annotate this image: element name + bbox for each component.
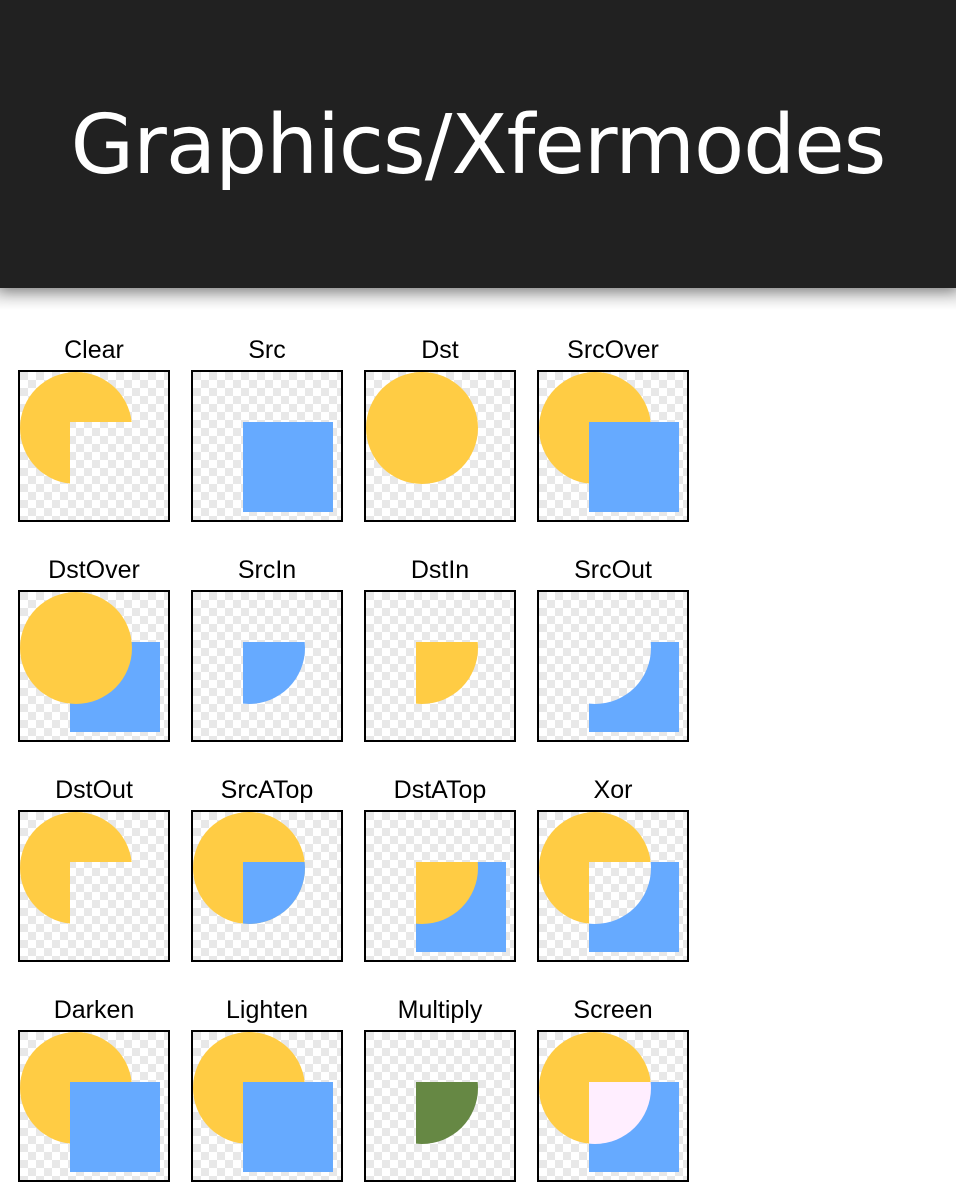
xfermode-label: SrcOver: [567, 336, 659, 364]
xfermode-tile-srcover: [537, 370, 689, 522]
xfermode-cell-srcover: SrcOver: [537, 334, 689, 524]
xfermode-label: DstOut: [55, 776, 133, 804]
cleared-region: [70, 862, 160, 952]
xfermode-cell-clear: Clear: [18, 334, 170, 524]
xfermode-tile-lighten: [191, 1030, 343, 1182]
xfermode-label: SrcATop: [220, 776, 314, 804]
src-square: [243, 1082, 333, 1172]
dst-circle: [366, 372, 478, 484]
xfermode-tile-dst: [364, 370, 516, 522]
xfermode-label: DstATop: [393, 776, 487, 804]
xfermode-label: Dst: [421, 336, 459, 364]
src-square: [589, 422, 679, 512]
xfermode-label: Darken: [53, 996, 135, 1024]
xfermode-label: SrcIn: [237, 556, 297, 584]
xfermode-cell-screen: Screen: [537, 994, 689, 1184]
xfermode-cell-srcout: SrcOut: [537, 554, 689, 744]
xfermode-cell-multiply: Multiply: [364, 994, 516, 1184]
xfermode-cell-dstover: DstOver: [18, 554, 170, 744]
xfermode-tile-dstout: [18, 810, 170, 962]
dst-circle: [20, 592, 132, 704]
xfermode-tile-dstin: [364, 590, 516, 742]
xfermode-label: Src: [248, 336, 286, 364]
xfermode-label: Screen: [573, 996, 653, 1024]
xfermode-label: Multiply: [397, 996, 483, 1024]
xfermode-cell-dstatop: DstATop: [364, 774, 516, 964]
xfermode-tile-dstover: [18, 590, 170, 742]
xfermode-label: Lighten: [225, 996, 309, 1024]
xfermode-cell-srcin: SrcIn: [191, 554, 343, 744]
app-bar-shadow: [0, 288, 956, 310]
xfermode-label: SrcOut: [574, 556, 652, 584]
xfermode-tile-xor: [537, 810, 689, 962]
xfermode-tile-srcatop: [191, 810, 343, 962]
xfermode-label: DstOver: [48, 556, 140, 584]
page-title: Graphics/Xfermodes: [70, 98, 887, 193]
app-bar: Graphics/Xfermodes: [0, 0, 956, 288]
xfermode-cell-dstin: DstIn: [364, 554, 516, 744]
cleared-region: [539, 592, 651, 704]
xfermode-tile-dstatop: [364, 810, 516, 962]
xfermode-tile-srcin: [191, 590, 343, 742]
xfermode-label: DstIn: [410, 556, 470, 584]
xfermode-cell-xor: Xor: [537, 774, 689, 964]
xfermode-cell-srcatop: SrcATop: [191, 774, 343, 964]
xfermode-cell-dst: Dst: [364, 334, 516, 524]
xfermode-cell-dstout: DstOut: [18, 774, 170, 964]
xfermode-tile-multiply: [364, 1030, 516, 1182]
xfermode-cell-lighten: Lighten: [191, 994, 343, 1184]
src-square: [243, 422, 333, 512]
cleared-region: [70, 422, 160, 512]
xfermode-label: Xor: [593, 776, 633, 804]
xfermode-tile-screen: [537, 1030, 689, 1182]
xfermode-tile-darken: [18, 1030, 170, 1182]
xfermode-cell-src: Src: [191, 334, 343, 524]
xfermode-tile-src: [191, 370, 343, 522]
xfermode-label: Clear: [64, 336, 124, 364]
xfermode-tile-srcout: [537, 590, 689, 742]
xfermode-cell-darken: Darken: [18, 994, 170, 1184]
xfermode-tile-clear: [18, 370, 170, 522]
src-square: [70, 1082, 160, 1172]
